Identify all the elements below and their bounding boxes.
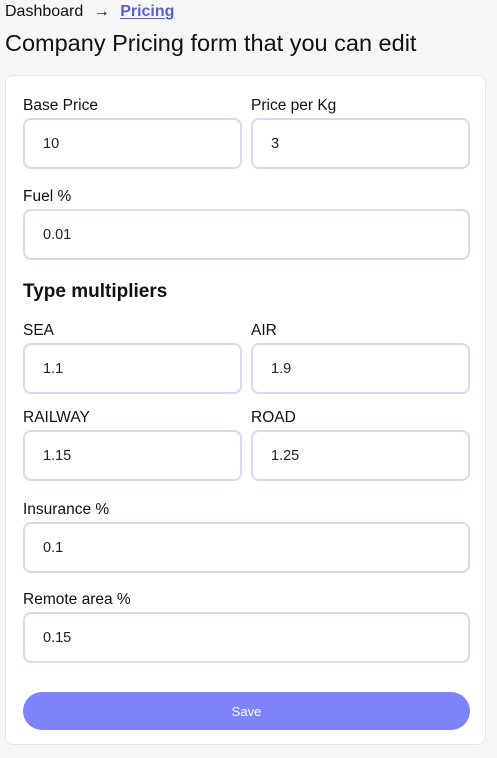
price-per-kg-field: Price per Kg [251,96,470,169]
sea-input[interactable] [23,343,242,394]
remote-area-label: Remote area % [23,591,131,608]
breadcrumb: Dashboard → Pricing [5,2,174,22]
insurance-label: Insurance % [23,501,110,518]
price-per-kg-input[interactable] [251,118,470,169]
remote-area-input[interactable] [23,612,470,663]
fuel-field: Fuel % [23,187,470,260]
breadcrumb-arrow-icon: → [93,3,110,20]
road-input[interactable] [251,430,470,481]
road-label: ROAD [251,409,296,426]
base-price-input[interactable] [23,118,242,169]
remote-area-field: Remote area % [23,590,470,663]
railway-label: RAILWAY [23,409,90,426]
base-price-field: Base Price [23,96,242,169]
sea-field: SEA [23,321,242,394]
insurance-field: Insurance % [23,500,470,573]
pricing-form-card: Base Price Price per Kg Fuel % Type mult… [5,75,486,745]
fuel-label: Fuel % [23,188,72,205]
breadcrumb-dashboard[interactable]: Dashboard [5,3,83,20]
price-per-kg-label: Price per Kg [251,97,337,114]
page-title: Company Pricing form that you can edit [5,30,417,56]
railway-field: RAILWAY [23,408,242,481]
air-field: AIR [251,321,470,394]
road-field: ROAD [251,408,470,481]
sea-label: SEA [23,322,55,339]
air-input[interactable] [251,343,470,394]
breadcrumb-pricing-link[interactable]: Pricing [120,3,174,20]
base-price-label: Base Price [23,97,98,114]
railway-input[interactable] [23,430,242,481]
insurance-input[interactable] [23,522,470,573]
type-multipliers-heading: Type multipliers [23,281,168,302]
air-label: AIR [251,322,277,339]
fuel-input[interactable] [23,209,470,260]
save-button[interactable]: Save [23,692,470,730]
